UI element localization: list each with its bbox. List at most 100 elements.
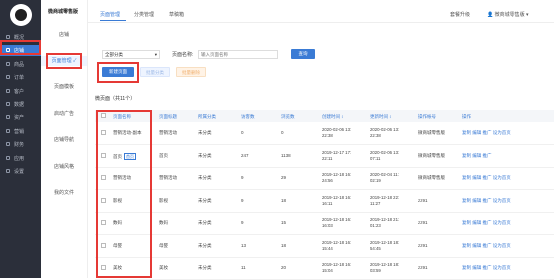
col-views[interactable]: 浏览数 xyxy=(281,114,295,120)
sidebar-item-asset[interactable]: 资产 xyxy=(0,112,41,123)
created-cell: 2019-12-18 16: 24:56 xyxy=(322,172,351,184)
sidebar-item-label: 客户 xyxy=(14,88,25,95)
sidebar-item-order[interactable]: 订单 xyxy=(0,72,41,83)
row-actions[interactable]: 复制 编辑 推广 设为首页 xyxy=(462,243,511,249)
batch-category-button[interactable]: 批量分类 xyxy=(140,67,170,77)
created-cell: 2020-02-06 13: 22:38 xyxy=(322,127,351,139)
secondary-item-store-navigation[interactable]: 店铺导航 xyxy=(41,136,87,143)
created-date: 2019-12-18 16: xyxy=(322,239,352,245)
tab-page-management[interactable]: 页面管理 xyxy=(100,11,120,18)
sidebar-item-finance[interactable]: 财务 xyxy=(0,139,41,150)
active-tab-underline xyxy=(100,20,126,21)
created-time: 16:11 xyxy=(322,200,333,206)
page-name-cell[interactable]: 影视 xyxy=(113,198,122,204)
secondary-item-my-files[interactable]: 我的文件 xyxy=(41,189,87,196)
sidebar-item-goods[interactable]: 商品 xyxy=(0,59,41,70)
user-menu[interactable]: 👤 微商城零售版 ▾ xyxy=(487,11,529,18)
user-icon: 👤 xyxy=(487,12,494,18)
select-all-checkbox[interactable] xyxy=(101,113,106,118)
sidebar-item-customer[interactable]: 客户 xyxy=(0,86,41,97)
row-checkbox[interactable] xyxy=(101,265,106,270)
account-cell: zz91 xyxy=(418,242,428,248)
upgrade-link[interactable]: 套餐升级 xyxy=(450,11,470,18)
created-date: 2019-12-17 17: xyxy=(322,149,352,155)
row-checkbox[interactable] xyxy=(101,175,106,180)
table-row: 数码 数码 未分类 9 15 2019-12-18 16: 16:03 2019-12-18 … xyxy=(95,212,554,235)
row-checkbox[interactable] xyxy=(101,197,106,203)
page-name[interactable]: 影视 xyxy=(113,198,122,203)
sidebar-item-settings[interactable]: 设置 xyxy=(0,166,41,177)
secondary-item-launch-ad[interactable]: 启动广告 xyxy=(41,110,87,117)
visitors-cell: 9 xyxy=(241,220,244,225)
col-page-title: 页面标题 xyxy=(159,114,177,119)
page-name[interactable]: 营销活动-副本 xyxy=(113,130,142,135)
table-row: 首页 首页 首页 未分类 247 1138 2019-12-17 17: 22:11 2020-… xyxy=(95,145,554,168)
row-actions[interactable]: 复制 编辑 推广 设为首页 xyxy=(462,198,511,204)
col-visitors[interactable]: 访客数 xyxy=(241,114,255,120)
updated-time: 03:59 xyxy=(370,268,381,273)
page-name[interactable]: 美妆 xyxy=(113,265,122,270)
list-title: 微页面（共11个） xyxy=(95,96,136,102)
page-name-cell[interactable]: 首页 首页 xyxy=(113,152,136,160)
account-cell: zz91 xyxy=(418,197,428,203)
col-page-name[interactable]: 页面名称 xyxy=(113,114,131,120)
page-name[interactable]: 首页 xyxy=(113,154,122,159)
page-name-input[interactable] xyxy=(198,50,278,59)
chevron-down-icon: ▾ xyxy=(154,52,157,57)
secondary-item-page-template[interactable]: 页面模板 xyxy=(41,83,87,90)
asset-icon xyxy=(6,115,10,120)
created-date: 2019-12-18 16: xyxy=(322,194,352,200)
row-checkbox[interactable] xyxy=(101,220,106,225)
sidebar-item-label: 订单 xyxy=(14,75,25,82)
page-name-cell[interactable]: 数码 xyxy=(113,220,122,226)
tab-category-management[interactable]: 分类管理 xyxy=(134,11,154,18)
overview-icon xyxy=(6,35,10,39)
col-updated[interactable]: 更新时间 ↕ xyxy=(370,114,392,120)
new-page-button[interactable]: 新建页面 xyxy=(102,67,134,77)
sidebar-item-overview[interactable]: 概况 xyxy=(0,32,41,43)
page-name[interactable]: 数码 xyxy=(113,220,122,225)
category-select[interactable]: 全部分类 ▾ xyxy=(102,50,160,59)
col-created[interactable]: 创建时间 ↕ xyxy=(322,114,344,120)
page-name[interactable]: 营销活动 xyxy=(113,175,131,180)
page-name-cell[interactable]: 美妆 xyxy=(113,265,122,271)
secondary-item-store-style[interactable]: 店铺风格 xyxy=(41,163,87,170)
created-time: 22:38 xyxy=(322,133,333,138)
marketing-icon xyxy=(6,128,10,133)
account-cell: 微商城零售版 xyxy=(418,152,445,158)
batch-delete-button[interactable]: 批量删除 xyxy=(176,67,206,77)
secondary-item-store[interactable]: 店铺 xyxy=(41,31,87,38)
sidebar-item-marketing[interactable]: 营销 xyxy=(0,126,41,137)
page-name-cell[interactable]: 母婴 xyxy=(113,243,122,249)
sidebar-item-label: 数据 xyxy=(14,102,25,108)
sidebar-item-app[interactable]: 应用 xyxy=(0,153,41,164)
order-icon xyxy=(6,75,10,80)
updated-cell: 2019-12-18 21: 01:23 xyxy=(370,217,399,229)
page-name[interactable]: 母婴 xyxy=(113,243,122,248)
updated-time: 54:45 xyxy=(370,245,381,251)
updated-date: 2019-12-18 18: xyxy=(370,239,400,245)
row-checkbox[interactable] xyxy=(101,130,106,135)
row-checkbox[interactable] xyxy=(101,242,106,248)
views-cell: 18 xyxy=(281,242,287,248)
table-row: 营销活动 营销活动 未分类 9 29 2019-12-18 16: 24:56 2020-02… xyxy=(95,167,554,190)
created-cell: 2019-12-17 17: 22:11 xyxy=(322,150,351,162)
store-logo[interactable] xyxy=(10,4,32,26)
row-actions[interactable]: 复制 编辑 推广 xyxy=(462,153,492,159)
created-time: 22:11 xyxy=(322,155,333,161)
table-row: 营销活动-副本 营销活动 未分类 0 0 2020-02-06 13: 22:38 2020-… xyxy=(95,122,554,145)
sidebar-item-label: 应用 xyxy=(14,155,25,162)
sidebar-item-data[interactable]: 数据 xyxy=(0,99,41,110)
row-actions[interactable]: 复制 编辑 推广 设为首页 xyxy=(462,175,511,181)
sidebar-item-store[interactable]: 店铺 xyxy=(0,45,41,57)
page-name-cell[interactable]: 营销活动-副本 xyxy=(113,130,142,136)
row-checkbox[interactable] xyxy=(101,152,106,158)
row-actions[interactable]: 复制 编辑 推广 设为首页 xyxy=(462,220,511,226)
tab-drafts[interactable]: 草稿箱 xyxy=(169,11,184,18)
row-actions[interactable]: 复制 编辑 推广 设为首页 xyxy=(462,265,511,271)
page-title-cell: 首页 xyxy=(159,152,168,158)
secondary-item-page-management[interactable]: 页面管理 ✓ xyxy=(41,56,87,66)
row-actions[interactable]: 复制 编辑 推广 设为首页 xyxy=(462,130,511,136)
search-button[interactable]: 查询 xyxy=(291,49,315,59)
page-name-cell[interactable]: 营销活动 xyxy=(113,175,131,181)
